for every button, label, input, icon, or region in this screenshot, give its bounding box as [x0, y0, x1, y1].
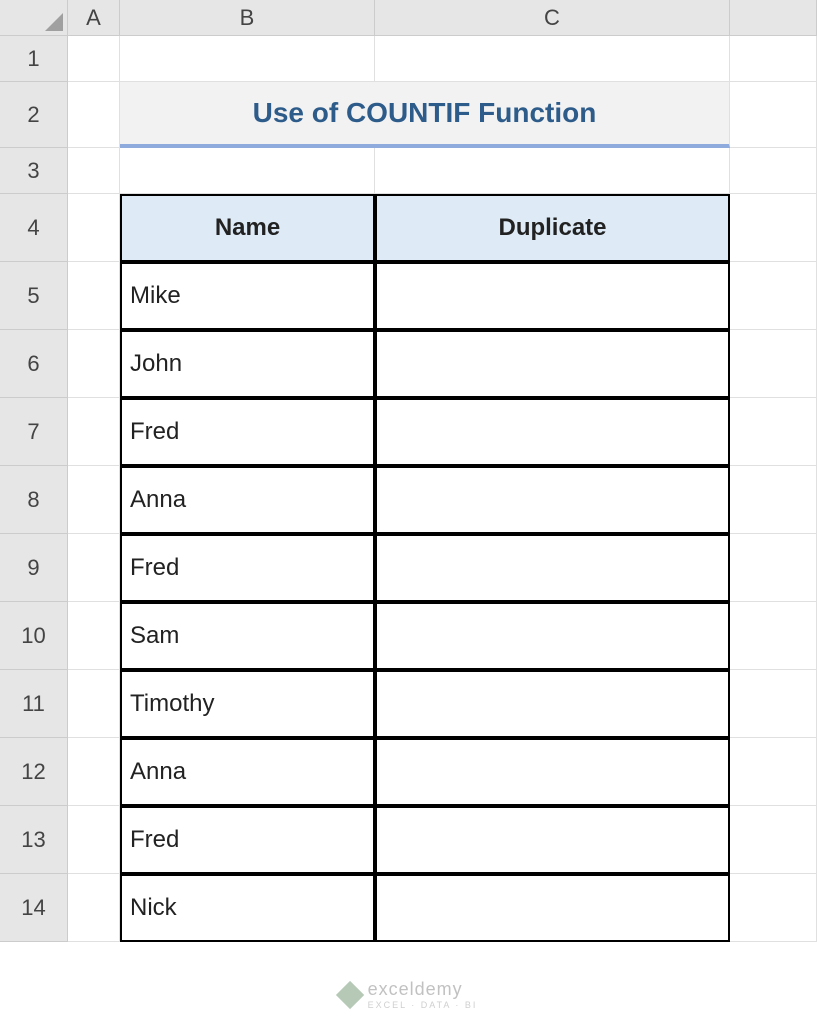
cell-rest-5[interactable]	[730, 262, 817, 330]
cell-rest-2[interactable]	[730, 82, 817, 148]
cell-a6[interactable]	[68, 330, 120, 398]
cell-a1[interactable]	[68, 36, 120, 82]
cell-rest-6[interactable]	[730, 330, 817, 398]
col-header-a[interactable]: A	[68, 0, 120, 36]
table-row[interactable]: Nick	[120, 874, 375, 942]
table-row[interactable]	[375, 602, 730, 670]
title-cell[interactable]: Use of COUNTIF Function	[120, 82, 730, 148]
cell-rest-9[interactable]	[730, 534, 817, 602]
cell-rest-3[interactable]	[730, 148, 817, 194]
row-header-7[interactable]: 7	[0, 398, 68, 466]
cell-c1[interactable]	[375, 36, 730, 82]
cell-a12[interactable]	[68, 738, 120, 806]
cell-rest-8[interactable]	[730, 466, 817, 534]
column-headers: A B C	[68, 0, 817, 36]
table-row[interactable]	[375, 738, 730, 806]
table-row[interactable]: Anna	[120, 738, 375, 806]
cell-a11[interactable]	[68, 670, 120, 738]
cell-a4[interactable]	[68, 194, 120, 262]
cell-a5[interactable]	[68, 262, 120, 330]
cell-rest-1[interactable]	[730, 36, 817, 82]
row-header-13[interactable]: 13	[0, 806, 68, 874]
row-header-9[interactable]: 9	[0, 534, 68, 602]
row-header-1[interactable]: 1	[0, 36, 68, 82]
header-name[interactable]: Name	[120, 194, 375, 262]
spreadsheet-grid: Use of COUNTIF Function Name Duplicate M…	[68, 36, 817, 1030]
table-row[interactable]: Fred	[120, 534, 375, 602]
cell-rest-12[interactable]	[730, 738, 817, 806]
row-header-2[interactable]: 2	[0, 82, 68, 148]
cell-rest-4[interactable]	[730, 194, 817, 262]
row-header-14[interactable]: 14	[0, 874, 68, 942]
col-header-c[interactable]: C	[375, 0, 730, 36]
cell-b1[interactable]	[120, 36, 375, 82]
watermark-text: exceldemy	[368, 979, 478, 1000]
cell-a7[interactable]	[68, 398, 120, 466]
row-header-11[interactable]: 11	[0, 670, 68, 738]
cell-a14[interactable]	[68, 874, 120, 942]
cell-a3[interactable]	[68, 148, 120, 194]
row-header-8[interactable]: 8	[0, 466, 68, 534]
table-row[interactable]	[375, 806, 730, 874]
watermark-sub: EXCEL · DATA · BI	[368, 1000, 478, 1010]
cell-c3[interactable]	[375, 148, 730, 194]
cell-rest-13[interactable]	[730, 806, 817, 874]
table-row[interactable]	[375, 330, 730, 398]
cell-a9[interactable]	[68, 534, 120, 602]
header-duplicate[interactable]: Duplicate	[375, 194, 730, 262]
watermark: exceldemy EXCEL · DATA · BI	[340, 979, 478, 1010]
cell-a8[interactable]	[68, 466, 120, 534]
table-row[interactable]	[375, 534, 730, 602]
row-header-12[interactable]: 12	[0, 738, 68, 806]
table-row[interactable]	[375, 398, 730, 466]
row-header-3[interactable]: 3	[0, 148, 68, 194]
cell-rest-10[interactable]	[730, 602, 817, 670]
cell-a13[interactable]	[68, 806, 120, 874]
row-headers: 1 2 3 4 5 6 7 8 9 10 11 12 13 14	[0, 36, 68, 942]
table-row[interactable]: Timothy	[120, 670, 375, 738]
watermark-icon	[335, 980, 363, 1008]
row-header-4[interactable]: 4	[0, 194, 68, 262]
cell-a2[interactable]	[68, 82, 120, 148]
col-header-rest[interactable]	[730, 0, 817, 36]
col-header-b[interactable]: B	[120, 0, 375, 36]
table-row[interactable]: Mike	[120, 262, 375, 330]
table-row[interactable]: John	[120, 330, 375, 398]
row-header-6[interactable]: 6	[0, 330, 68, 398]
table-row[interactable]	[375, 466, 730, 534]
cell-rest-7[interactable]	[730, 398, 817, 466]
cell-a10[interactable]	[68, 602, 120, 670]
table-row[interactable]: Sam	[120, 602, 375, 670]
table-row[interactable]: Anna	[120, 466, 375, 534]
table-row[interactable]	[375, 262, 730, 330]
table-row[interactable]: Fred	[120, 398, 375, 466]
table-row[interactable]	[375, 874, 730, 942]
cell-rest-14[interactable]	[730, 874, 817, 942]
row-header-5[interactable]: 5	[0, 262, 68, 330]
cell-rest-11[interactable]	[730, 670, 817, 738]
table-row[interactable]	[375, 670, 730, 738]
cell-b3[interactable]	[120, 148, 375, 194]
select-all-corner[interactable]	[0, 0, 68, 36]
row-header-10[interactable]: 10	[0, 602, 68, 670]
table-row[interactable]: Fred	[120, 806, 375, 874]
